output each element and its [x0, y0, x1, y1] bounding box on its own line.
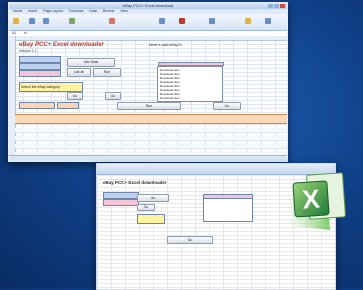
secondary-listbox-header — [203, 194, 253, 199]
go-button[interactable]: Go — [67, 92, 83, 100]
ebay-id-cell[interactable] — [19, 56, 61, 63]
secondary-prompt-cell[interactable] — [137, 214, 165, 224]
status-cell[interactable] — [19, 102, 55, 109]
sort-filter-icon[interactable] — [245, 18, 251, 24]
font-icon[interactable] — [29, 18, 35, 24]
next-button[interactable]: Go — [213, 102, 241, 110]
listbox-header — [158, 62, 224, 66]
format-cells-icon[interactable] — [209, 18, 215, 24]
worksheet-grid[interactable]: eBay PCC+ Excel downloader Version 1.1 N… — [9, 36, 287, 161]
window-title: eBay PCC+ Excel download — [122, 3, 174, 8]
align-icon[interactable] — [43, 18, 49, 24]
list-item[interactable]: Download item — [160, 96, 220, 100]
secondary-category-cell[interactable] — [103, 199, 139, 206]
secondary-listbox[interactable] — [203, 198, 253, 222]
delete-cells-icon[interactable] — [179, 18, 185, 24]
secondary-worksheet-title: eBay PCC+ Excel downloader — [103, 180, 167, 185]
window-controls — [268, 4, 285, 8]
main-excel-window: eBay PCC+ Excel download Home Insert Pag… — [8, 2, 288, 162]
instructions-note: Need a valid eBay ID — [149, 43, 182, 47]
worksheet-title: eBay PCC+ Excel downloader — [19, 42, 104, 48]
status-cell-2[interactable] — [57, 102, 79, 109]
excel-letter: X — [301, 183, 321, 214]
category-prompt-cell[interactable]: Select the eBay category — [19, 82, 83, 92]
secondary-download-button[interactable]: Go — [167, 236, 213, 244]
table-header-row — [15, 114, 287, 124]
worksheet-version: Version 1.1 — [19, 49, 37, 53]
excel-logo-icon: X — [286, 172, 346, 230]
paste-icon[interactable] — [13, 18, 19, 24]
title-bar: eBay PCC+ Excel download — [9, 3, 287, 9]
find-select-icon[interactable] — [265, 18, 271, 24]
get-stats-button[interactable]: Get Stats — [67, 58, 115, 67]
secondary-id-cell[interactable] — [103, 192, 139, 199]
maximize-button[interactable] — [274, 4, 279, 8]
list-all-button[interactable]: List all — [67, 68, 91, 77]
category-cell[interactable] — [19, 70, 61, 77]
sheet-tabs-bar[interactable] — [9, 155, 287, 161]
ribbon-toolbar — [9, 14, 287, 31]
insert-cells-icon[interactable] — [159, 18, 165, 24]
minimize-button[interactable] — [268, 4, 273, 8]
conditional-format-icon[interactable] — [109, 18, 115, 24]
download-button[interactable]: Run — [117, 102, 181, 110]
close-button[interactable] — [280, 4, 285, 8]
category-prompt-label: Select the eBay category — [21, 85, 60, 89]
go-button-2[interactable]: Go — [105, 92, 121, 100]
run-button[interactable]: Run — [93, 68, 121, 77]
number-format-icon[interactable] — [69, 18, 75, 24]
password-cell[interactable] — [19, 63, 61, 70]
download-options-listbox[interactable]: Download item Download item Download ite… — [157, 62, 224, 102]
secondary-button[interactable]: Go — [137, 194, 169, 202]
secondary-button-2[interactable]: Go — [137, 204, 155, 211]
column-headers[interactable] — [9, 36, 287, 41]
